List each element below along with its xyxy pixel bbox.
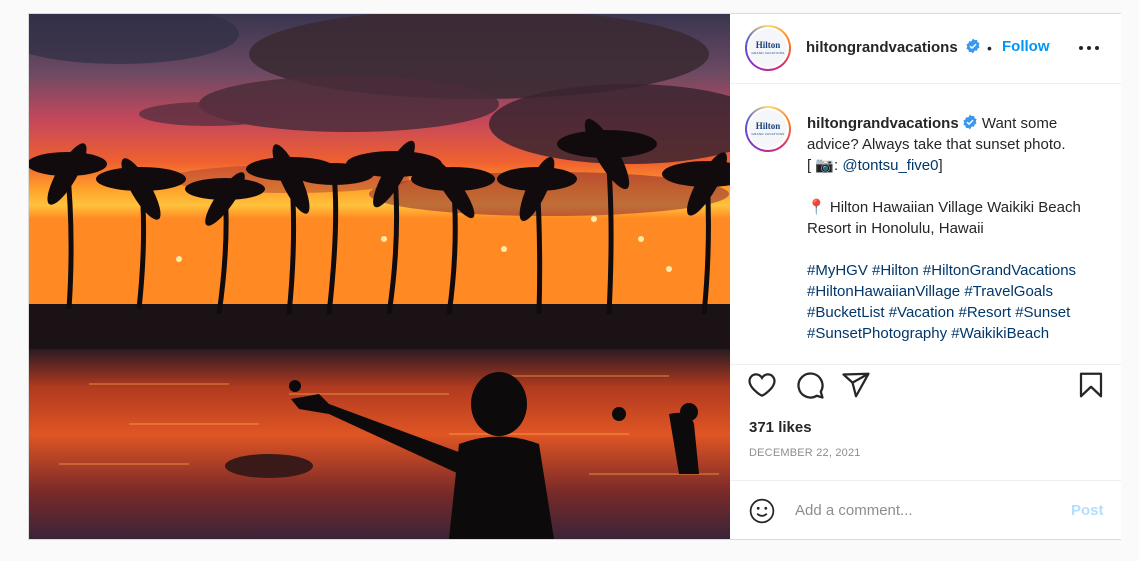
- comment-bar: Post: [730, 480, 1121, 539]
- comment-input[interactable]: [795, 495, 1055, 525]
- post-header: Hilton GRAND VACATIONS hiltongrandvacati…: [730, 14, 1121, 84]
- smiley-icon[interactable]: [749, 498, 775, 524]
- paper-plane-icon[interactable]: [841, 370, 871, 400]
- logo-subtext: GRAND VACATIONS: [751, 132, 785, 136]
- post-date: DECEMBER 22, 2021: [749, 447, 861, 459]
- location-pin-icon: 📍: [807, 199, 826, 216]
- likes-count[interactable]: 371 likes: [749, 419, 812, 436]
- hashtag-link[interactable]: #Hilton: [872, 262, 919, 279]
- bookmark-icon[interactable]: [1076, 370, 1106, 400]
- post-photo[interactable]: [29, 14, 730, 539]
- location-text: Hilton Hawaiian Village Waikiki Beach Re…: [807, 199, 1081, 237]
- logo-text: Hilton: [755, 121, 781, 131]
- logo-text: Hilton: [755, 40, 781, 50]
- credit-handle-link[interactable]: @tontsu_five0: [842, 157, 938, 174]
- caption-avatar[interactable]: Hilton GRAND VACATIONS: [745, 106, 791, 152]
- caption-paragraph: hiltongrandvacations Want some advice? A…: [807, 113, 1107, 176]
- caption-avatar-frame: Hilton GRAND VACATIONS: [747, 108, 789, 150]
- verified-badge-icon: [963, 114, 977, 130]
- heart-icon[interactable]: [747, 370, 777, 400]
- post-comment-button[interactable]: Post: [1071, 502, 1104, 519]
- hashtag-link[interactable]: #HiltonGrandVacations: [923, 262, 1076, 279]
- hilton-logo: Hilton GRAND VACATIONS: [749, 110, 787, 148]
- hashtag-link[interactable]: #Resort: [959, 304, 1012, 321]
- location-paragraph: 📍 Hilton Hawaiian Village Waikiki Beach …: [807, 197, 1107, 239]
- avatar[interactable]: Hilton GRAND VACATIONS: [745, 25, 791, 71]
- post-side-panel: Hilton GRAND VACATIONS hiltongrandvacati…: [730, 14, 1121, 539]
- caption-text: hiltongrandvacations Want some advice? A…: [807, 113, 1107, 344]
- hashtag-link[interactable]: #BucketList: [807, 304, 885, 321]
- hashtag-link[interactable]: #HiltonHawaiianVillage: [807, 283, 960, 300]
- logo-subtext: GRAND VACATIONS: [751, 51, 785, 55]
- credit-suffix: ]: [938, 157, 943, 174]
- hashtag-link[interactable]: #MyHGV: [807, 262, 868, 279]
- caption-username[interactable]: hiltongrandvacations: [807, 115, 959, 132]
- caption-section: Hilton GRAND VACATIONS hiltongrandvacati…: [730, 85, 1121, 365]
- follow-button[interactable]: Follow: [1002, 38, 1050, 55]
- instagram-post: Hilton GRAND VACATIONS hiltongrandvacati…: [28, 13, 1121, 540]
- header-user: hiltongrandvacations: [806, 38, 981, 57]
- verified-badge-icon: [966, 38, 980, 54]
- comment-icon[interactable]: [795, 370, 825, 400]
- separator-dot: •: [987, 40, 992, 56]
- hashtag-link[interactable]: #Vacation: [889, 304, 955, 321]
- header-username[interactable]: hiltongrandvacations: [806, 39, 958, 56]
- avatar-frame: Hilton GRAND VACATIONS: [747, 27, 789, 69]
- hashtag-link[interactable]: #Sunset: [1015, 304, 1070, 321]
- hashtags: #MyHGV #Hilton #HiltonGrandVacations #Hi…: [807, 260, 1107, 344]
- more-options-icon[interactable]: [1077, 38, 1101, 58]
- hashtag-link[interactable]: #SunsetPhotography: [807, 325, 947, 342]
- credit-prefix: [ 📷:: [807, 157, 843, 174]
- hashtag-link[interactable]: #WaikikiBeach: [951, 325, 1049, 342]
- hashtag-link[interactable]: #TravelGoals: [964, 283, 1053, 300]
- hilton-logo: Hilton GRAND VACATIONS: [749, 29, 787, 67]
- action-bar: [730, 366, 1121, 406]
- sunset-palm-photo: [29, 14, 730, 539]
